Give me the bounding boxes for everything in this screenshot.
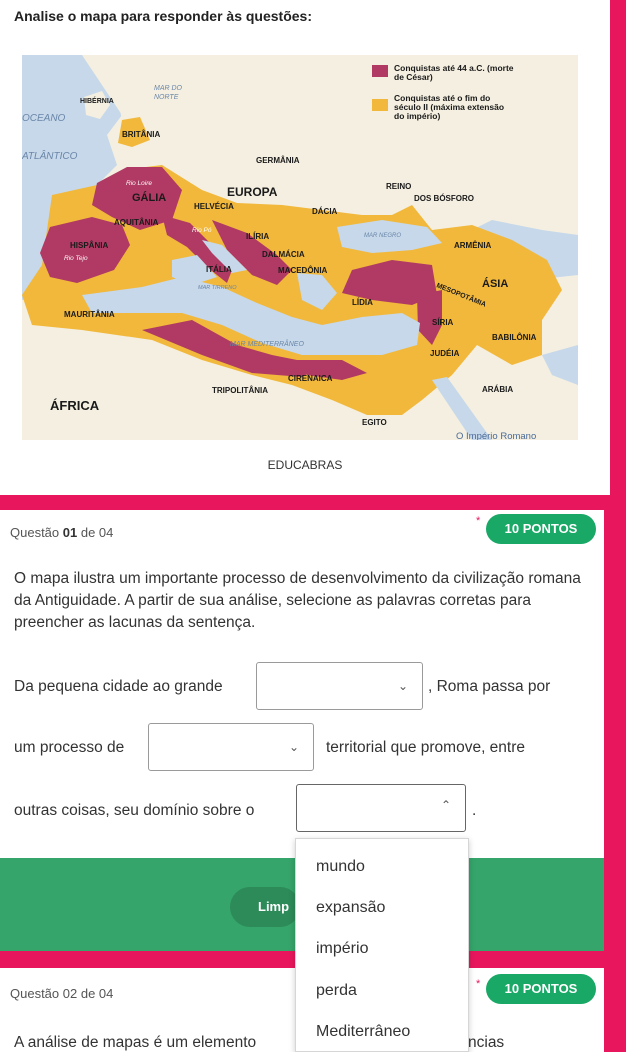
- sentence-line1-before: Da pequena cidade ao grande: [14, 678, 223, 695]
- label-babilonia: BABILÔNIA: [492, 333, 537, 342]
- label-africa: ÁFRICA: [50, 398, 100, 413]
- question-2-text-tail: ncias: [468, 1034, 505, 1051]
- legend-swatch-caesar: [372, 65, 388, 77]
- legend-max-line3: do império): [394, 111, 440, 121]
- legend-caesar-line2: de César): [394, 72, 433, 82]
- label-iliria: ILÍRIA: [246, 232, 269, 241]
- sentence-line1-after: , Roma passa por: [428, 678, 551, 695]
- sentence-line2-before: um processo de: [14, 739, 125, 756]
- label-reino: REINO: [386, 182, 411, 191]
- map-card: Analise o mapa para responder às questõe…: [0, 0, 610, 495]
- sentence-line3-before: outras coisas, seu domínio sobre o: [14, 802, 255, 819]
- label-atlantico: ATLÂNTICO: [22, 149, 78, 162]
- chevron-down-icon: ⌄: [288, 740, 299, 754]
- question-2-of: de 04: [77, 986, 114, 1001]
- label-aquitania: AQUITÂNIA: [114, 218, 159, 227]
- label-mar-tirreno: MAR TIRRENO: [198, 285, 237, 291]
- label-dos-bosforo: DOS BÓSFORO: [414, 194, 474, 203]
- label-rio-po: Rio Pó: [192, 227, 212, 234]
- sentence-line3-after: .: [472, 802, 477, 819]
- question-2-header: Questão 02 de 04: [10, 986, 113, 1001]
- option-mediterraneo[interactable]: Mediterrâneo: [316, 1023, 410, 1041]
- label-galia: GÁLIA: [132, 191, 166, 204]
- label-arabia: ARÁBIA: [482, 385, 513, 394]
- label-italia: ITÁLIA: [206, 265, 232, 274]
- question-1-prefix: Questão: [10, 525, 63, 540]
- label-mar-do-norte-1: MAR DO: [154, 85, 183, 92]
- question-1-prompt: O mapa ilustra um importante processo de…: [14, 570, 581, 631]
- question-2-number: 02: [62, 986, 78, 1001]
- chevron-up-icon: ⌃: [440, 798, 451, 812]
- question-2-points-badge: 10 PONTOS: [486, 974, 596, 1004]
- label-mauritania: MAURITÂNIA: [64, 310, 115, 319]
- question-1-header: Questão 01 de 04: [10, 525, 113, 540]
- label-rio-tejo: Rio Tejo: [64, 255, 88, 262]
- map-svg: Conquistas até 44 a.C. (morte de César) …: [22, 55, 578, 440]
- required-star: *: [476, 515, 481, 527]
- blank-3-select[interactable]: ⌃: [296, 784, 466, 832]
- label-hibernia: HIBÉRNIA: [80, 96, 114, 105]
- map-source: EDUCABRAS: [267, 458, 343, 472]
- label-dalmacia: DALMÁCIA: [262, 250, 305, 259]
- option-perda[interactable]: perda: [316, 982, 357, 1000]
- label-oceano: OCEANO: [22, 113, 66, 124]
- blank-1-select[interactable]: ⌄: [256, 662, 423, 710]
- label-judeia: JUDÉIA: [430, 349, 460, 358]
- roman-empire-map: Conquistas até 44 a.C. (morte de César) …: [22, 55, 578, 440]
- option-mundo[interactable]: mundo: [316, 858, 365, 876]
- question-1-points-badge: 10 PONTOS: [486, 514, 596, 544]
- label-helvecia: HELVÉCIA: [194, 202, 234, 211]
- label-armenia: ARMÊNIA: [454, 241, 492, 250]
- label-germania: GERMÂNIA: [256, 156, 300, 165]
- option-expansao[interactable]: expansão: [316, 899, 385, 917]
- label-hispania: HISPÂNIA: [70, 241, 108, 250]
- question-2-text: A análise de mapas é um elemento: [14, 1034, 257, 1051]
- question-1-of: de 04: [77, 525, 114, 540]
- required-star: *: [476, 978, 481, 990]
- label-egito: EGITO: [362, 418, 387, 427]
- label-asia: ÁSIA: [482, 277, 508, 290]
- label-mar-mediterraneo: MAR MEDITERRÂNEO: [230, 339, 304, 348]
- sentence-line2-after: territorial que promove, entre: [326, 739, 526, 756]
- question-1-card: Questão 01 de 04 * 10 PONTOS O mapa ilus…: [0, 510, 604, 860]
- label-siria: SÍRIA: [432, 318, 454, 327]
- clear-button[interactable]: Limp: [230, 887, 300, 927]
- blank-3-options-menu: mundo expansão império perda Mediterrâne…: [295, 838, 469, 1052]
- legend-swatch-max: [372, 99, 388, 111]
- label-mar-do-norte-2: NORTE: [154, 94, 179, 101]
- label-macedonia: MACEDÔNIA: [278, 266, 328, 275]
- question-2-prefix: Questão: [10, 986, 63, 1001]
- label-britania: BRITÂNIA: [122, 130, 160, 139]
- chevron-down-icon: ⌄: [397, 679, 408, 693]
- label-rio-loire: Rio Loire: [126, 180, 152, 187]
- blank-2-select[interactable]: ⌄: [148, 723, 314, 771]
- label-dacia: DÁCIA: [312, 207, 338, 216]
- label-mar-negro: MAR NEGRO: [364, 233, 401, 239]
- label-lidia: LÍDIA: [352, 298, 373, 307]
- question-1-number: 01: [62, 525, 78, 540]
- map-caption: O Império Romano: [456, 431, 536, 440]
- label-cirenaica: CIRENAICA: [288, 374, 333, 383]
- label-tripolitania: TRIPOLITÂNIA: [212, 386, 268, 395]
- instruction-text: Analise o mapa para responder às questõe…: [14, 8, 312, 24]
- option-imperio[interactable]: império: [316, 940, 368, 958]
- label-europa: EUROPA: [227, 185, 278, 199]
